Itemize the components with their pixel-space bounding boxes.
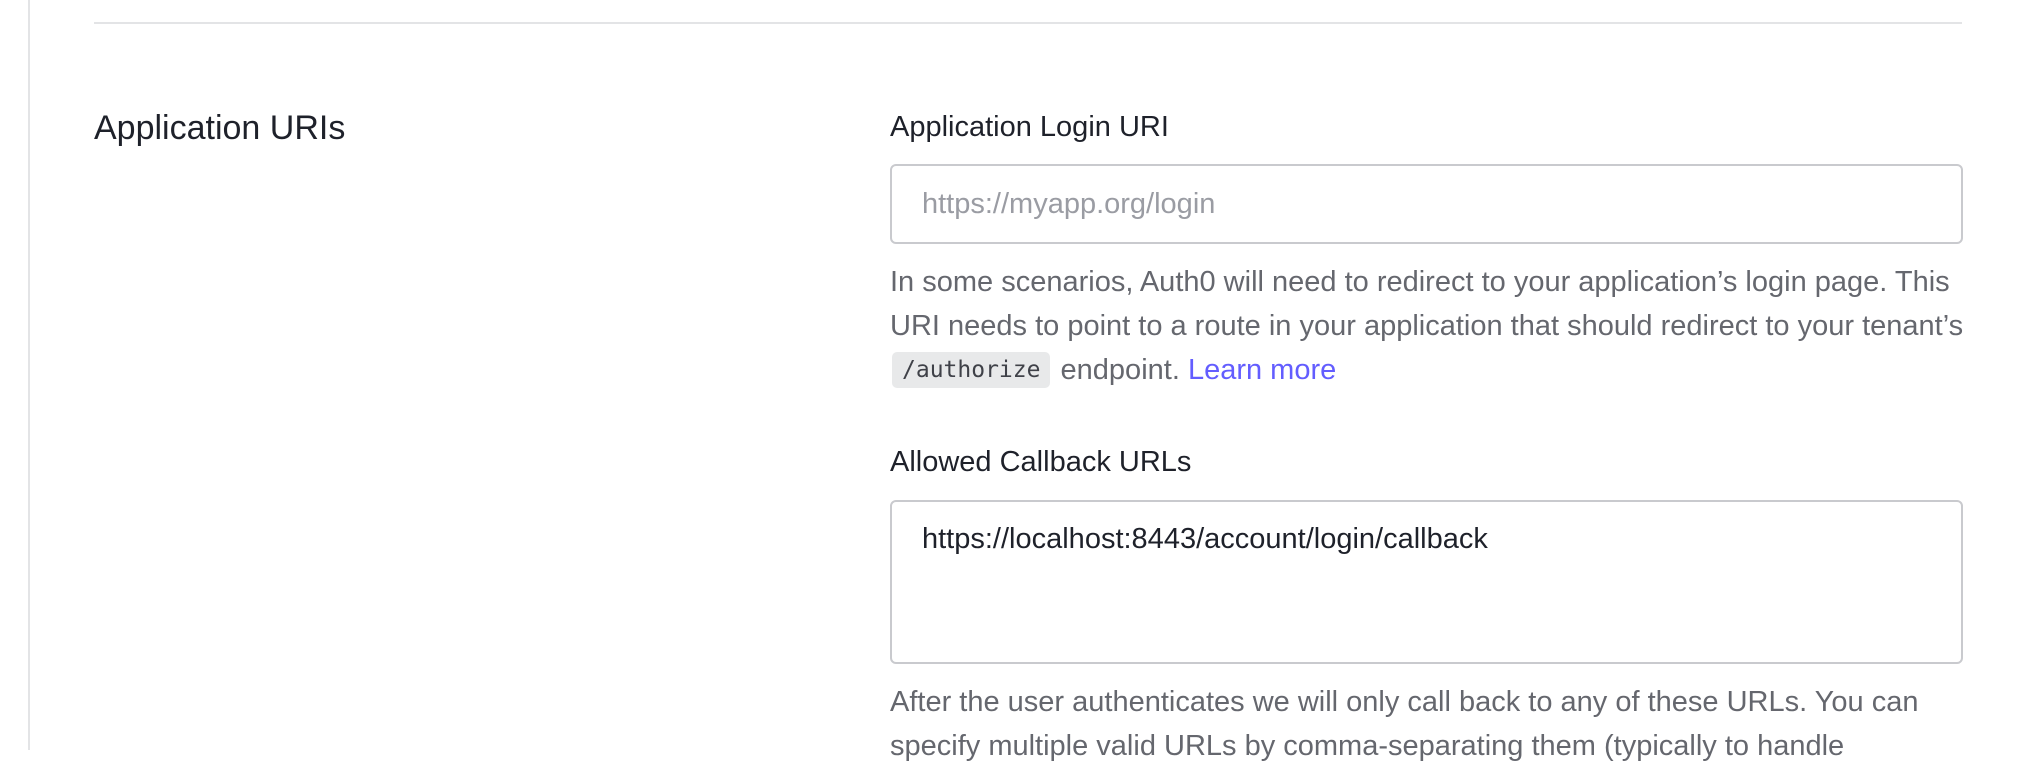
content-left-border xyxy=(28,0,30,750)
section-title: Application URIs xyxy=(94,109,346,147)
login-uri-help-suffix: endpoint. xyxy=(1060,354,1180,386)
login-uri-label: Application Login URI xyxy=(890,111,1169,143)
section-divider xyxy=(94,22,1962,24)
login-uri-help-text: In some scenarios, Auth0 will need to re… xyxy=(890,266,1964,342)
authorize-code-chip: /authorize xyxy=(892,352,1051,388)
learn-more-link[interactable]: Learn more xyxy=(1188,354,1336,386)
login-uri-help: In some scenarios, Auth0 will need to re… xyxy=(890,260,1970,392)
callback-urls-help: After the user authenticates we will onl… xyxy=(890,686,1919,762)
login-uri-input[interactable] xyxy=(890,164,1963,244)
callback-urls-textarea[interactable]: https://localhost:8443/account/login/cal… xyxy=(890,500,1963,664)
callback-urls-label: Allowed Callback URLs xyxy=(890,446,1192,478)
